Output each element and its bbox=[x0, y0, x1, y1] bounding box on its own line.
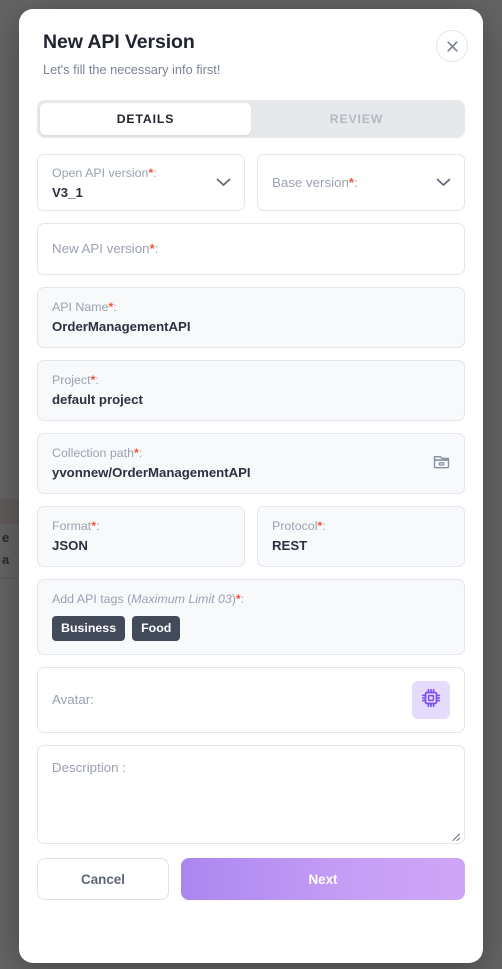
close-button[interactable] bbox=[436, 30, 468, 62]
collection-path-field[interactable]: Collection path*: yvonnew/OrderManagemen… bbox=[37, 433, 465, 494]
version-row: Open API version*: V3_1 Base version*: bbox=[37, 154, 465, 223]
base-version-label-text: Base version bbox=[272, 174, 349, 190]
project-value: default project bbox=[52, 392, 143, 407]
protocol-label: Protocol*: bbox=[272, 518, 450, 534]
base-version-label: Base version*: bbox=[272, 175, 358, 191]
cpu-chip-icon bbox=[420, 687, 442, 714]
new-api-version-input[interactable]: New API version*: bbox=[37, 223, 465, 275]
page-title: New API Version bbox=[43, 31, 195, 53]
label-colon: : bbox=[354, 174, 358, 190]
label-colon: : bbox=[138, 446, 143, 460]
avatar[interactable] bbox=[412, 681, 450, 719]
folder-icon[interactable] bbox=[432, 452, 451, 475]
project-field[interactable]: Project*: default project bbox=[37, 360, 465, 421]
next-button[interactable]: Next bbox=[181, 858, 465, 900]
open-api-version-value: V3_1 bbox=[52, 185, 83, 200]
api-tags-label-emphasis: Maximum Limit 03 bbox=[131, 592, 232, 606]
api-tag-chip[interactable]: Food bbox=[132, 616, 181, 641]
tab-details[interactable]: DETAILS bbox=[40, 103, 251, 135]
open-api-version-label: Open API version*: bbox=[52, 165, 230, 181]
protocol-field[interactable]: Protocol*: REST bbox=[257, 506, 465, 567]
modal-subtitle: Let's fill the necessary info first! bbox=[43, 62, 221, 77]
api-tag-list: Business Food bbox=[52, 616, 450, 641]
api-name-field[interactable]: API Name*: OrderManagementAPI bbox=[37, 287, 465, 348]
resize-handle-icon[interactable] bbox=[449, 829, 461, 842]
label-colon: : bbox=[154, 241, 159, 256]
label-colon: : bbox=[322, 519, 326, 533]
description-label: Description : bbox=[52, 760, 126, 775]
avatar-field: Avatar: bbox=[37, 667, 465, 733]
collection-path-value: yvonnew/OrderManagementAPI bbox=[52, 465, 251, 480]
format-field[interactable]: Format*: JSON bbox=[37, 506, 245, 567]
api-tags-label: Add API tags (Maximum Limit 03)*: bbox=[52, 591, 450, 607]
new-api-version-label-text: New API version bbox=[52, 241, 150, 256]
label-colon: : bbox=[95, 373, 99, 387]
api-tag-chip[interactable]: Business bbox=[52, 616, 126, 641]
description-textarea[interactable]: Description : bbox=[37, 745, 465, 844]
chevron-down-icon bbox=[436, 174, 451, 192]
modal-footer: Cancel Next bbox=[37, 858, 465, 900]
base-version-select[interactable]: Base version*: bbox=[257, 154, 465, 211]
wizard-tabs: DETAILS REVIEW bbox=[37, 100, 465, 138]
collection-path-label: Collection path*: bbox=[52, 445, 450, 461]
api-tags-field[interactable]: Add API tags (Maximum Limit 03)*: Busine… bbox=[37, 579, 465, 655]
protocol-label-text: Protocol bbox=[272, 519, 318, 533]
new-api-version-modal: New API Version Let's fill the necessary… bbox=[19, 9, 483, 963]
collection-path-label-text: Collection path bbox=[52, 446, 134, 460]
api-name-label: API Name*: bbox=[52, 299, 450, 315]
format-label: Format*: bbox=[52, 518, 230, 534]
api-name-label-text: API Name bbox=[52, 300, 109, 314]
format-label-text: Format bbox=[52, 519, 92, 533]
format-value: JSON bbox=[52, 538, 88, 553]
api-name-value: OrderManagementAPI bbox=[52, 319, 191, 334]
open-api-version-label-text: Open API version bbox=[52, 166, 149, 180]
close-icon bbox=[446, 40, 459, 53]
api-tags-label-prefix: Add API tags ( bbox=[52, 592, 132, 606]
label-colon: : bbox=[153, 166, 157, 180]
cancel-button[interactable]: Cancel bbox=[37, 858, 169, 900]
format-protocol-row: Format*: JSON Protocol*: REST bbox=[37, 506, 465, 579]
details-form: Open API version*: V3_1 Base version*: N… bbox=[37, 138, 465, 844]
open-api-version-select[interactable]: Open API version*: V3_1 bbox=[37, 154, 245, 211]
label-colon: : bbox=[96, 519, 100, 533]
avatar-label: Avatar: bbox=[52, 692, 94, 707]
label-colon: : bbox=[113, 300, 117, 314]
modal-header: New API Version Let's fill the necessary… bbox=[19, 9, 483, 77]
project-label-text: Project bbox=[52, 373, 91, 387]
new-api-version-label: New API version*: bbox=[52, 241, 158, 257]
tab-review[interactable]: REVIEW bbox=[251, 103, 462, 135]
protocol-value: REST bbox=[272, 538, 308, 553]
project-label: Project*: bbox=[52, 372, 450, 388]
label-colon: : bbox=[240, 592, 245, 606]
